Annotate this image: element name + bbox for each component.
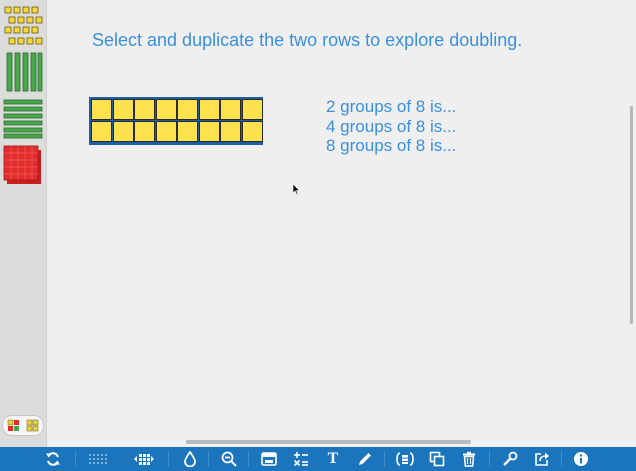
zoom-out-icon xyxy=(221,451,237,467)
fill-color-button[interactable] xyxy=(177,447,203,471)
hundreds-flats-tool-icon[interactable] xyxy=(3,99,43,139)
workspace-canvas[interactable]: Select and duplicate the two rows to exp… xyxy=(47,0,636,447)
unit-block[interactable] xyxy=(198,99,220,120)
toolbar-divider xyxy=(384,451,385,467)
unit-block[interactable] xyxy=(112,121,134,142)
pen-tool-button[interactable] xyxy=(352,447,378,471)
dot-grid-icon xyxy=(89,454,107,464)
unit-block[interactable] xyxy=(177,99,198,120)
text-tool-button[interactable]: T xyxy=(320,447,346,471)
group-button[interactable] xyxy=(392,447,418,471)
show-panel-button[interactable] xyxy=(256,447,282,471)
mouse-pointer-icon xyxy=(293,184,301,195)
zoom-out-button[interactable] xyxy=(216,447,242,471)
toolbar-divider xyxy=(248,451,249,467)
toolbar-divider xyxy=(168,451,169,467)
refresh-icon xyxy=(46,452,60,466)
info-icon xyxy=(574,452,588,466)
vertical-scrollbar[interactable] xyxy=(630,106,633,324)
grid-button[interactable] xyxy=(86,447,112,471)
tens-rods-tool-icon[interactable] xyxy=(3,52,43,92)
settings-button[interactable] xyxy=(497,447,523,471)
duplicate-icon xyxy=(429,451,445,467)
unit-block[interactable] xyxy=(241,121,263,142)
unit-block[interactable] xyxy=(91,121,112,142)
text-tool-icon: T xyxy=(327,450,339,467)
prompt-line-2: 4 groups of 8 is... xyxy=(326,116,457,136)
unit-block[interactable] xyxy=(198,121,220,142)
unit-block[interactable] xyxy=(155,99,177,120)
droplet-icon xyxy=(184,451,196,467)
wrench-icon xyxy=(503,451,518,466)
prompt-line-3: 8 groups of 8 is... xyxy=(326,136,457,155)
info-button[interactable] xyxy=(568,447,594,471)
reset-button[interactable] xyxy=(40,447,66,471)
bottom-toolbar: T xyxy=(0,447,636,471)
mode-toggle[interactable] xyxy=(2,415,44,436)
unit-blocks-group[interactable] xyxy=(89,97,263,145)
unit-block[interactable] xyxy=(220,99,241,120)
share-icon xyxy=(535,452,549,466)
horizontal-scrollbar[interactable] xyxy=(186,440,471,444)
math-symbols-icon xyxy=(293,452,308,467)
trash-icon xyxy=(463,451,475,467)
duplicate-button[interactable] xyxy=(424,447,450,471)
unit-block[interactable] xyxy=(177,121,198,142)
split-blocks-icon xyxy=(134,454,154,465)
window-panel-icon xyxy=(261,452,277,466)
unit-block[interactable] xyxy=(134,121,155,142)
unit-block[interactable] xyxy=(241,99,263,120)
group-blocks-icon xyxy=(396,452,414,466)
toolbar-divider xyxy=(75,451,76,467)
units-tool-icon[interactable] xyxy=(3,5,43,49)
delete-button[interactable] xyxy=(456,447,482,471)
toolbar-divider xyxy=(208,451,209,467)
unit-block[interactable] xyxy=(112,99,134,120)
block-palette-sidebar xyxy=(0,0,47,447)
unit-block[interactable] xyxy=(134,99,155,120)
instruction-text: Select and duplicate the two rows to exp… xyxy=(92,30,523,50)
unit-block[interactable] xyxy=(155,121,177,142)
split-blocks-button[interactable] xyxy=(131,447,157,471)
share-button[interactable] xyxy=(529,447,555,471)
pencil-icon xyxy=(359,453,371,465)
thousands-cubes-tool-icon[interactable] xyxy=(3,144,45,186)
block-colors-icon xyxy=(7,419,39,432)
prompt-line-1: 2 groups of 8 is... xyxy=(326,97,457,116)
toolbar-divider xyxy=(489,451,490,467)
unit-block[interactable] xyxy=(220,121,241,142)
doubling-prompts: 2 groups of 8 is... 4 groups of 8 is... … xyxy=(326,97,456,156)
equation-button[interactable] xyxy=(288,447,314,471)
unit-block[interactable] xyxy=(91,99,112,120)
toolbar-divider xyxy=(561,451,562,467)
